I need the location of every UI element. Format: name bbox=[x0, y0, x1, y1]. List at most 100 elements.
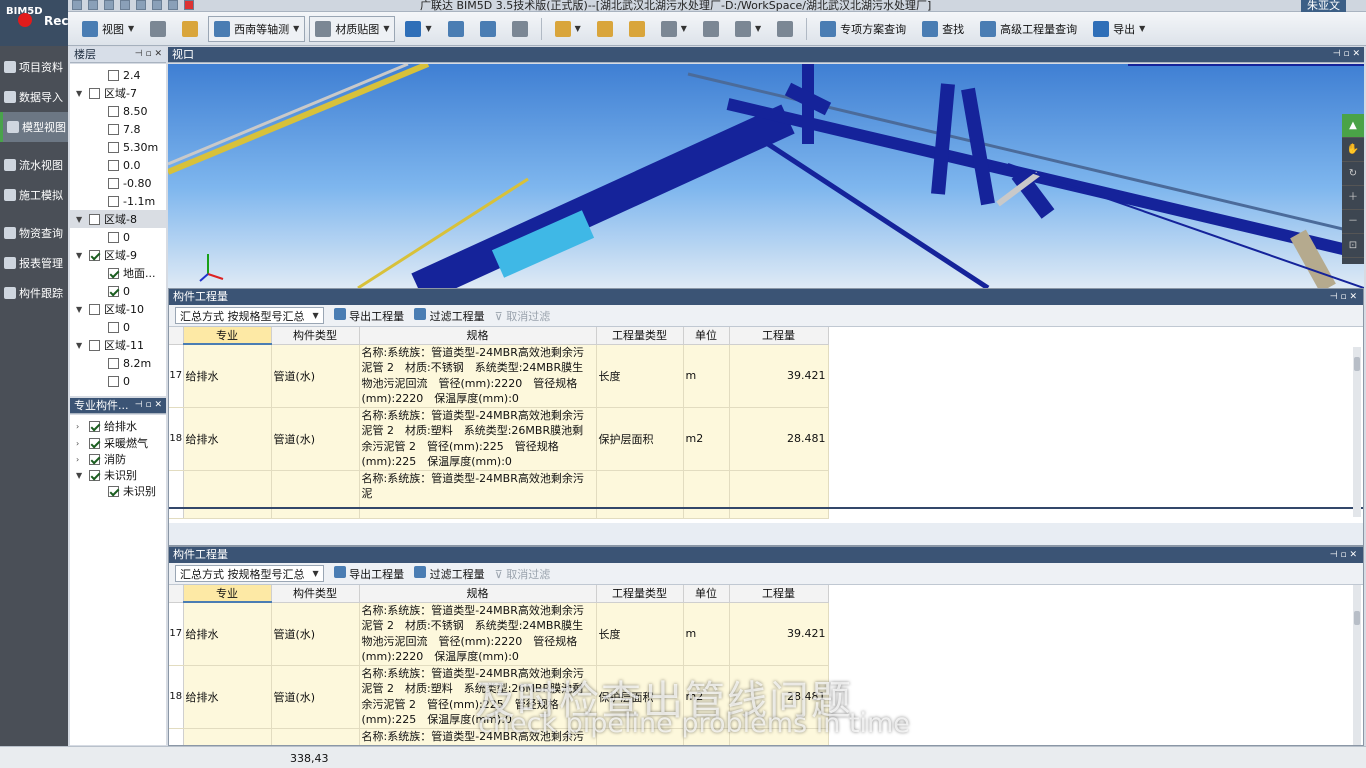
view-mode-dropdown[interactable]: 西南等轴测 ▼ bbox=[208, 15, 306, 42]
quick-access-icon[interactable] bbox=[136, 0, 146, 10]
checkbox[interactable] bbox=[108, 195, 119, 207]
tree-item[interactable]: 0 bbox=[70, 318, 166, 336]
tree-item[interactable]: 5.30m bbox=[70, 138, 166, 156]
pen-tool-button[interactable]: ▼ bbox=[655, 16, 693, 42]
quick-access-icon[interactable] bbox=[168, 0, 178, 10]
vertical-scrollbar[interactable] bbox=[1353, 347, 1361, 517]
column-header[interactable]: 构件类型 bbox=[271, 585, 360, 603]
tree-item[interactable]: -1.1m bbox=[70, 192, 166, 210]
pipe-model[interactable] bbox=[168, 64, 1364, 288]
pipe-vertical-2[interactable] bbox=[931, 83, 955, 195]
view-button[interactable]: 视图 ▼ bbox=[76, 16, 140, 42]
quick-access-icon[interactable] bbox=[88, 0, 98, 10]
vertical-scrollbar[interactable] bbox=[1353, 585, 1361, 745]
quick-access-icon[interactable] bbox=[72, 0, 82, 10]
nav-item-tracking[interactable]: 构件跟踪 bbox=[0, 278, 68, 308]
grid-tool-button[interactable] bbox=[144, 16, 172, 42]
section-tool-button[interactable]: ▼ bbox=[729, 16, 767, 42]
nav-item-project[interactable]: 项目资料 bbox=[0, 52, 68, 82]
tree-item[interactable]: › 给排水 bbox=[70, 417, 166, 435]
axis-grid-button[interactable] bbox=[771, 16, 799, 42]
summary-mode-dropdown[interactable]: 汇总方式 按规格型号汇总 ▼ bbox=[175, 307, 324, 324]
nav-item-simulation[interactable]: 施工模拟 bbox=[0, 180, 68, 210]
table-row[interactable]: 18 给排水 管道(水) 名称:系统族：管道类型-24MBR高效池剩余污泥管 2 材质… bbox=[169, 407, 829, 471]
orbit-tool-icon[interactable]: ↻ bbox=[1342, 162, 1364, 186]
summary-mode-dropdown[interactable]: 汇总方式 按规格型号汇总 ▼ bbox=[175, 565, 324, 582]
tree-item[interactable]: ▼ 区域-8 bbox=[70, 210, 166, 228]
checkbox[interactable] bbox=[108, 357, 119, 369]
export-quantity-button[interactable]: 导出工程量 bbox=[333, 565, 404, 582]
checkbox[interactable] bbox=[89, 303, 100, 315]
3d-viewport[interactable]: ▲ ✋ ↻ ＋ － ⊡ bbox=[168, 64, 1364, 288]
person-tool-button[interactable] bbox=[176, 16, 204, 42]
measure-tool-button[interactable]: ▼ bbox=[549, 16, 587, 42]
pan-tool-icon[interactable]: ✋ bbox=[1342, 138, 1364, 162]
column-header[interactable]: 规格 bbox=[359, 585, 597, 603]
checkbox[interactable] bbox=[108, 485, 119, 497]
checkbox[interactable] bbox=[108, 321, 119, 333]
checkbox[interactable] bbox=[108, 69, 119, 81]
quick-access-icon[interactable] bbox=[104, 0, 114, 10]
tree-item[interactable]: 未识别 bbox=[70, 483, 166, 499]
image-tool-button[interactable] bbox=[506, 16, 534, 42]
table-row[interactable]: 17 给排水 管道(水) 名称:系统族：管道类型-24MBR高效池剩余污泥管 2 材质… bbox=[169, 344, 829, 408]
export-quantity-button[interactable]: 导出工程量 bbox=[333, 307, 404, 324]
checkbox[interactable] bbox=[108, 105, 119, 117]
select-tool-icon[interactable]: ▲ bbox=[1342, 114, 1364, 138]
checkbox[interactable] bbox=[89, 213, 100, 225]
zoom-fit-icon[interactable]: ⊡ bbox=[1342, 234, 1364, 258]
pipe-right-thin[interactable] bbox=[687, 72, 1364, 236]
tree-item[interactable]: 0 bbox=[70, 228, 166, 246]
find-button[interactable]: 查找 bbox=[916, 16, 970, 42]
checkbox[interactable] bbox=[89, 87, 100, 99]
checkbox[interactable] bbox=[108, 123, 119, 135]
column-header[interactable]: 专业 bbox=[183, 327, 272, 345]
checkbox[interactable] bbox=[108, 285, 119, 297]
checkbox[interactable] bbox=[89, 249, 100, 261]
nav-item-flow[interactable]: 流水视图 bbox=[0, 150, 68, 180]
checkbox[interactable] bbox=[89, 339, 100, 351]
column-header[interactable]: 工程量 bbox=[729, 327, 829, 345]
column-header[interactable]: 工程量类型 bbox=[596, 585, 684, 603]
advanced-query-button[interactable]: 高级工程量查询 bbox=[974, 16, 1083, 42]
quick-access-icon[interactable] bbox=[152, 0, 162, 10]
cancel-filter-button[interactable]: ⊽ 取消过滤 bbox=[495, 308, 551, 324]
nav-item-model-view[interactable]: 模型视图 bbox=[0, 112, 68, 142]
material-dropdown[interactable]: 材质贴图 ▼ bbox=[309, 15, 396, 42]
footprint-tool-button[interactable]: ▼ bbox=[399, 16, 437, 42]
panel-controls[interactable]: ⊣ ▫ ✕ bbox=[135, 398, 162, 413]
tree-item[interactable]: › 采暖燃气 bbox=[70, 435, 166, 451]
checkbox[interactable] bbox=[108, 267, 119, 279]
tree-item[interactable]: › 消防 bbox=[70, 451, 166, 467]
checkbox[interactable] bbox=[108, 231, 119, 243]
column-header[interactable]: 专业 bbox=[183, 585, 272, 603]
checkbox[interactable] bbox=[108, 141, 119, 153]
nav-item-material[interactable]: 物资查询 bbox=[0, 218, 68, 248]
main-pipe[interactable] bbox=[411, 104, 795, 288]
close-icon[interactable] bbox=[184, 0, 194, 10]
checkbox[interactable] bbox=[108, 375, 119, 387]
pipe-diag[interactable] bbox=[766, 141, 990, 288]
pipe-gray[interactable] bbox=[168, 64, 409, 166]
tree-item[interactable]: 7.8 bbox=[70, 120, 166, 138]
tree-item[interactable]: 8.2m bbox=[70, 354, 166, 372]
checkbox[interactable] bbox=[89, 420, 100, 432]
panel-controls[interactable]: ⊣ ▫ ✕ bbox=[1330, 289, 1357, 305]
tree-item[interactable]: 2.4 bbox=[70, 66, 166, 84]
nav-item-report[interactable]: 报表管理 bbox=[0, 248, 68, 278]
special-query-button[interactable]: 专项方案查询 bbox=[814, 16, 912, 42]
camera-tool-button[interactable] bbox=[474, 16, 502, 42]
tree-item[interactable]: -0.80 bbox=[70, 174, 166, 192]
zoom-in-icon[interactable]: ＋ bbox=[1342, 186, 1364, 210]
tree-item[interactable]: ▼ 区域-10 bbox=[70, 300, 166, 318]
figure-tool-button[interactable] bbox=[442, 16, 470, 42]
column-header[interactable]: 单位 bbox=[683, 327, 730, 345]
column-header[interactable]: 工程量类型 bbox=[596, 327, 684, 345]
column-header[interactable]: 构件类型 bbox=[271, 327, 360, 345]
pipe-yellow[interactable] bbox=[168, 64, 430, 175]
cancel-filter-button[interactable]: ⊽ 取消过滤 bbox=[495, 566, 551, 582]
panel-controls[interactable]: ⊣ ▫ ✕ bbox=[135, 47, 162, 62]
tree-item[interactable]: ▼ 未识别 bbox=[70, 467, 166, 483]
column-header[interactable]: 单位 bbox=[683, 585, 730, 603]
tree-item[interactable]: 0 bbox=[70, 372, 166, 390]
